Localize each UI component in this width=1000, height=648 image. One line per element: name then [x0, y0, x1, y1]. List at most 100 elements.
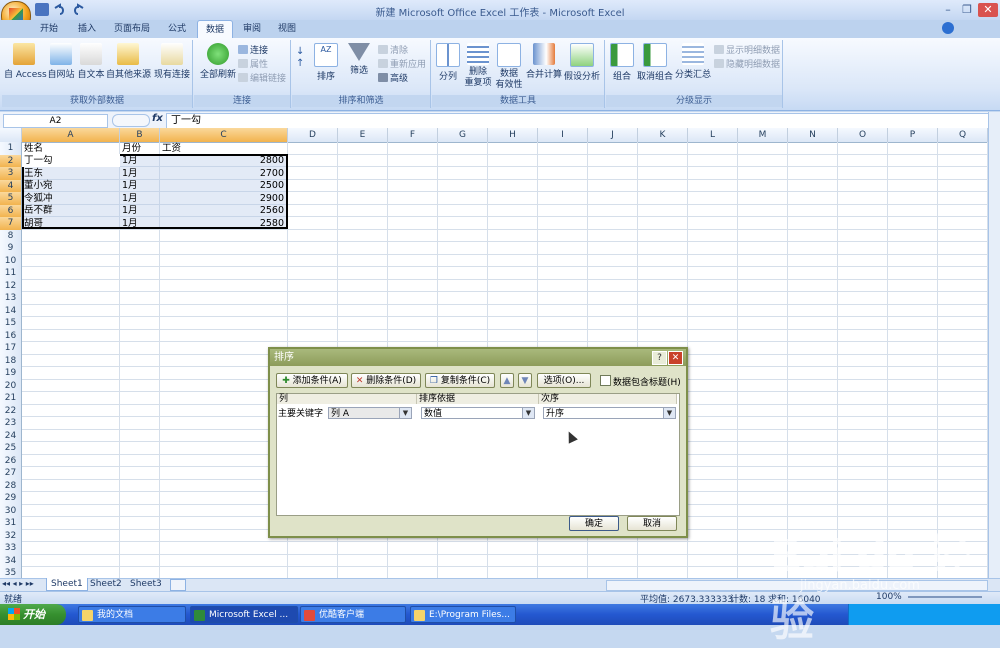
ok-button[interactable]: 确定: [569, 516, 619, 531]
move-down-icon[interactable]: ▼: [518, 373, 532, 388]
table-cell[interactable]: 1月: [122, 218, 138, 230]
table-cell[interactable]: 胡哥: [24, 218, 43, 230]
table-cell[interactable]: 岳不群: [24, 205, 53, 217]
formula-input[interactable]: 丁一勾: [166, 113, 992, 129]
hide-detail-button[interactable]: 隐藏明细数据: [714, 57, 780, 70]
row-header-16[interactable]: 16: [0, 329, 22, 343]
advanced-filter-button[interactable]: 高级: [378, 71, 408, 84]
row-header-30[interactable]: 30: [0, 504, 22, 518]
sheet-nav-icon[interactable]: ◂◂ ◂ ▸ ▸▸: [2, 579, 34, 588]
order-select[interactable]: 升序 ▼: [543, 407, 676, 419]
row-header-8[interactable]: 8: [0, 229, 22, 243]
table-cell[interactable]: 1月: [122, 168, 138, 180]
what-if-analysis-button[interactable]: 假设分析: [562, 42, 602, 86]
reapply-button[interactable]: 重新应用: [378, 57, 426, 70]
from-access-button[interactable]: 自 Access: [4, 42, 47, 86]
row-header-2[interactable]: 2: [0, 154, 22, 168]
header-checkbox[interactable]: [600, 375, 611, 386]
from-web-button[interactable]: 自网站: [44, 42, 78, 86]
table-cell[interactable]: 王东: [24, 168, 43, 180]
properties-button[interactable]: 属性: [238, 57, 268, 70]
row-header-12[interactable]: 12: [0, 279, 22, 293]
delete-level-button[interactable]: ✕ 删除条件(D): [351, 373, 421, 388]
row-header-9[interactable]: 9: [0, 242, 22, 256]
row-header-17[interactable]: 17: [0, 342, 22, 356]
cancel-button[interactable]: 取消: [627, 516, 677, 531]
table-cell[interactable]: 2500: [160, 180, 284, 192]
tab-page-layout[interactable]: 页面布局: [108, 20, 156, 38]
table-cell[interactable]: 令狐冲: [24, 193, 53, 205]
close-button[interactable]: ✕: [978, 3, 998, 17]
ungroup-button[interactable]: 取消组合: [636, 42, 674, 86]
close-icon[interactable]: ✕: [668, 351, 683, 365]
refresh-all-button[interactable]: 全部刷新: [198, 42, 238, 86]
header-cell[interactable]: 工资: [162, 143, 181, 155]
table-cell[interactable]: 1月: [122, 180, 138, 192]
data-validation-button[interactable]: 数据 有效性: [494, 42, 524, 90]
tab-review[interactable]: 审阅: [235, 20, 269, 38]
restore-button[interactable]: ❐: [957, 3, 977, 17]
row-header-27[interactable]: 27: [0, 467, 22, 481]
sort-button[interactable]: AZ 排序: [310, 42, 342, 86]
header-cell[interactable]: 月份: [122, 143, 141, 155]
row-header-23[interactable]: 23: [0, 417, 22, 431]
row-header-26[interactable]: 26: [0, 454, 22, 468]
insert-sheet-icon[interactable]: [170, 579, 186, 591]
row-header-4[interactable]: 4: [0, 179, 22, 193]
row-header-5[interactable]: 5: [0, 192, 22, 206]
row-header-32[interactable]: 32: [0, 529, 22, 543]
from-text-button[interactable]: 自文本: [76, 42, 106, 86]
task-my-documents[interactable]: 我的文档: [78, 606, 186, 623]
header-cell[interactable]: 姓名: [24, 143, 43, 155]
sort-az-icon[interactable]: ↓ ↑: [296, 46, 308, 74]
sort-on-select[interactable]: 数值 ▼: [421, 407, 535, 419]
row-header-20[interactable]: 20: [0, 379, 22, 393]
column-select[interactable]: 列 A ▼: [328, 407, 412, 419]
row-header-1[interactable]: 1: [0, 142, 22, 156]
row-header-22[interactable]: 22: [0, 404, 22, 418]
tab-formulas[interactable]: 公式: [160, 20, 194, 38]
row-header-7[interactable]: 7: [0, 217, 22, 231]
consolidate-button[interactable]: 合并计算: [526, 42, 562, 86]
table-cell[interactable]: 2580: [160, 218, 284, 230]
table-cell[interactable]: 2700: [160, 168, 284, 180]
sheet-tab-3[interactable]: Sheet3: [126, 578, 166, 590]
table-cell[interactable]: 董小宛: [24, 180, 53, 192]
row-header-21[interactable]: 21: [0, 392, 22, 406]
existing-connections-button[interactable]: 现有连接: [152, 42, 192, 86]
start-button[interactable]: 开始: [0, 604, 66, 625]
vertical-scrollbar[interactable]: [988, 112, 1000, 578]
group-button[interactable]: 组合: [606, 42, 638, 86]
tab-view[interactable]: 视图: [272, 20, 302, 38]
options-button[interactable]: 选项(O)...: [537, 373, 591, 388]
move-up-icon[interactable]: ▲: [500, 373, 514, 388]
filter-button[interactable]: 筛选: [342, 42, 376, 86]
copy-level-button[interactable]: ❐ 复制条件(C): [425, 373, 495, 388]
table-cell[interactable]: 2800: [160, 155, 284, 167]
clear-filter-button[interactable]: 清除: [378, 43, 408, 56]
row-header-25[interactable]: 25: [0, 442, 22, 456]
row-header-28[interactable]: 28: [0, 479, 22, 493]
row-header-29[interactable]: 29: [0, 492, 22, 506]
row-header-13[interactable]: 13: [0, 292, 22, 306]
remove-duplicates-button[interactable]: 删除 重复项: [462, 42, 494, 88]
row-header-14[interactable]: 14: [0, 304, 22, 318]
task-excel[interactable]: Microsoft Excel ...: [190, 606, 298, 623]
table-cell[interactable]: 1月: [122, 155, 138, 167]
sheet-tab-2[interactable]: Sheet2: [86, 578, 126, 590]
row-header-34[interactable]: 34: [0, 554, 22, 568]
table-cell[interactable]: 2900: [160, 193, 284, 205]
add-level-button[interactable]: ✚ 添加条件(A): [276, 373, 348, 388]
text-to-columns-button[interactable]: 分列: [432, 42, 464, 86]
row-header-10[interactable]: 10: [0, 254, 22, 268]
minimize-button[interactable]: –: [938, 3, 958, 17]
table-cell[interactable]: 丁一勾: [24, 155, 53, 167]
insert-function-icon[interactable]: fx: [152, 113, 163, 124]
row-header-19[interactable]: 19: [0, 367, 22, 381]
tab-data[interactable]: 数据: [197, 20, 233, 39]
show-detail-button[interactable]: 显示明细数据: [714, 43, 780, 56]
sheet-tab-1[interactable]: Sheet1: [46, 578, 88, 591]
name-box[interactable]: A2: [3, 114, 108, 128]
task-program-files[interactable]: E:\Program Files...: [410, 606, 516, 623]
help-icon[interactable]: [942, 22, 954, 34]
